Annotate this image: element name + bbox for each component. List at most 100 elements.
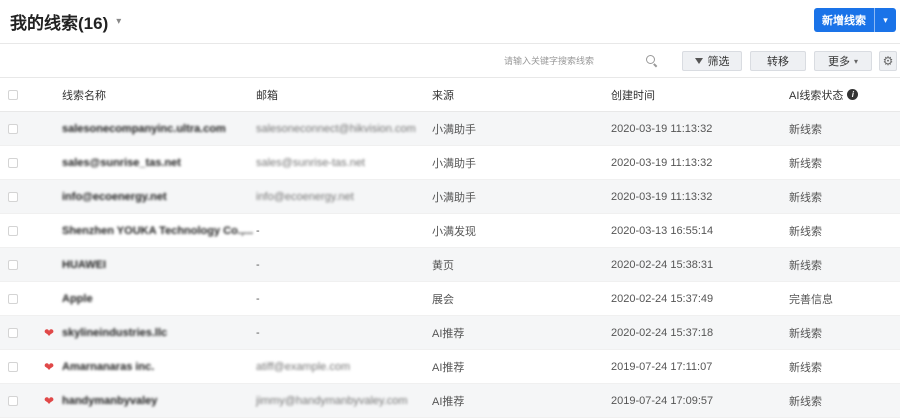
lead-email: jimmy@handymanbyvaley.com <box>256 394 408 407</box>
page-header: 我的线索(16) ▾ 新增线索 ▾ <box>0 0 900 44</box>
row-select-cell <box>8 112 18 145</box>
page-title[interactable]: 我的线索(16) ▾ <box>10 9 121 34</box>
lead-ai-status: 新线索 <box>789 361 822 374</box>
table-row[interactable]: info@ecoenergy.net info@ecoenergy.net 小满助手… <box>0 180 900 214</box>
lead-name[interactable]: Shenzhen YOUKA Technology Co.,... <box>62 214 253 247</box>
search-box[interactable] <box>498 50 664 72</box>
column-header-status[interactable]: AI线索状态 i <box>789 78 859 111</box>
column-header-name[interactable]: 线索名称 <box>62 78 106 111</box>
lead-source: 小满助手 <box>432 123 476 136</box>
new-lead-dropdown-icon[interactable]: ▾ <box>874 8 896 32</box>
new-lead-button-label[interactable]: 新增线索 <box>814 12 874 28</box>
row-checkbox[interactable] <box>8 225 18 236</box>
row-select-cell <box>8 350 18 383</box>
lead-email: - <box>256 326 260 339</box>
select-all-cell <box>8 78 18 111</box>
lead-ai-status: 新线索 <box>789 395 822 408</box>
lead-name[interactable]: sales@sunrise_tas.net <box>62 146 181 179</box>
row-checkbox[interactable] <box>8 157 18 168</box>
filter-button[interactable]: 筛选 <box>682 51 742 71</box>
row-select-cell <box>8 248 18 281</box>
lead-email: info@ecoenergy.net <box>256 190 354 203</box>
table-row[interactable]: ❤ Amarnanaras inc. atiff@example.com AI推荐 20… <box>0 350 900 384</box>
row-select-cell <box>8 146 18 179</box>
row-checkbox[interactable] <box>8 361 18 372</box>
table-row[interactable]: Apple - 展会 2020-02-24 15:37:49 完善信息 <box>0 282 900 316</box>
row-checkbox[interactable] <box>8 123 18 134</box>
lead-email: sales@sunrise-tas.net <box>256 156 365 169</box>
row-checkbox[interactable] <box>8 395 18 406</box>
lead-created-time: 2019-07-24 17:09:57 <box>611 394 714 407</box>
settings-button[interactable]: ⚙ <box>879 51 897 71</box>
lead-created-time: 2020-03-19 11:13:32 <box>611 122 713 135</box>
lead-created-time: 2020-03-19 11:13:32 <box>611 156 713 169</box>
lead-source: 小满助手 <box>432 157 476 170</box>
lead-source: 小满发现 <box>432 225 476 238</box>
lead-source: 小满助手 <box>432 191 476 204</box>
lead-email: salesoneconnect@hikvision.com <box>256 122 416 135</box>
lead-name[interactable]: salesonecompanyinc.ultra.com <box>62 112 226 145</box>
transfer-button-label: 转移 <box>767 56 789 68</box>
table-row[interactable]: sales@sunrise_tas.net sales@sunrise-tas.n… <box>0 146 900 180</box>
lead-ai-status: 完善信息 <box>789 293 833 306</box>
chevron-down-icon: ▾ <box>853 56 858 66</box>
row-checkbox[interactable] <box>8 191 18 202</box>
table-row[interactable]: HUAWEI - 黄页 2020-02-24 15:38:31 新线索 <box>0 248 900 282</box>
more-button[interactable]: 更多 ▾ <box>814 51 872 71</box>
funnel-icon <box>694 58 703 64</box>
row-select-cell <box>8 214 18 247</box>
lead-name[interactable]: info@ecoenergy.net <box>62 180 167 213</box>
heart-icon[interactable]: ❤ <box>44 316 54 349</box>
table-row[interactable]: ❤ skylineindustries.llc - AI推荐 2020-02-24 15… <box>0 316 900 350</box>
row-select-cell <box>8 316 18 349</box>
row-select-cell <box>8 282 18 315</box>
lead-email: - <box>256 224 260 237</box>
column-header-email[interactable]: 邮箱 <box>256 78 278 111</box>
lead-ai-status: 新线索 <box>789 225 822 238</box>
lead-ai-status: 新线索 <box>789 191 822 204</box>
page-title-text: 我的线索(16) <box>10 14 109 33</box>
lead-name[interactable]: Amarnanaras inc. <box>62 350 154 383</box>
lead-name[interactable]: handymanbyvaley <box>62 384 157 417</box>
lead-email: atiff@example.com <box>256 360 351 373</box>
gear-icon: ⚙ <box>882 54 894 68</box>
row-select-cell <box>8 180 18 213</box>
lead-source: 黄页 <box>432 259 454 272</box>
select-all-checkbox[interactable] <box>8 89 18 100</box>
info-icon[interactable]: i <box>847 89 859 100</box>
more-button-label: 更多 <box>827 56 850 68</box>
search-icon[interactable] <box>646 55 658 67</box>
lead-created-time: 2020-02-24 15:37:49 <box>611 292 714 305</box>
chevron-down-icon[interactable]: ▾ <box>116 16 121 27</box>
column-header-status-label: AI线索状态 <box>789 89 844 102</box>
row-select-cell <box>8 384 18 417</box>
table-row[interactable]: salesonecompanyinc.ultra.com salesoneconn… <box>0 112 900 146</box>
lead-ai-status: 新线索 <box>789 259 822 272</box>
lead-email: - <box>256 292 260 305</box>
lead-created-time: 2020-02-24 15:38:31 <box>611 258 714 271</box>
new-lead-button[interactable]: 新增线索 ▾ <box>814 8 896 32</box>
lead-created-time: 2020-03-13 16:55:14 <box>611 224 714 237</box>
lead-source: AI推荐 <box>432 327 465 340</box>
lead-name[interactable]: Apple <box>62 282 93 315</box>
search-input[interactable] <box>498 56 646 66</box>
row-checkbox[interactable] <box>8 259 18 270</box>
lead-name[interactable]: HUAWEI <box>62 248 106 281</box>
table-row[interactable]: ❤ handymanbyvaley jimmy@handymanbyvaley.co… <box>0 384 900 418</box>
heart-icon[interactable]: ❤ <box>44 350 54 383</box>
toolbar: 筛选 转移 更多 ▾ ⚙ <box>0 44 900 78</box>
row-checkbox[interactable] <box>8 327 18 338</box>
table-row[interactable]: Shenzhen YOUKA Technology Co.,... - 小满发现 20… <box>0 214 900 248</box>
lead-source: AI推荐 <box>432 395 465 408</box>
column-header-source[interactable]: 来源 <box>432 78 454 111</box>
lead-ai-status: 新线索 <box>789 157 822 170</box>
column-header-created[interactable]: 创建时间 <box>611 78 655 111</box>
transfer-button[interactable]: 转移 <box>750 51 806 71</box>
lead-name[interactable]: skylineindustries.llc <box>62 316 167 349</box>
row-checkbox[interactable] <box>8 293 18 304</box>
lead-ai-status: 新线索 <box>789 327 822 340</box>
filter-button-label: 筛选 <box>707 56 730 68</box>
heart-icon[interactable]: ❤ <box>44 384 54 417</box>
lead-created-time: 2020-02-24 15:37:18 <box>611 326 714 339</box>
lead-ai-status: 新线索 <box>789 123 822 136</box>
